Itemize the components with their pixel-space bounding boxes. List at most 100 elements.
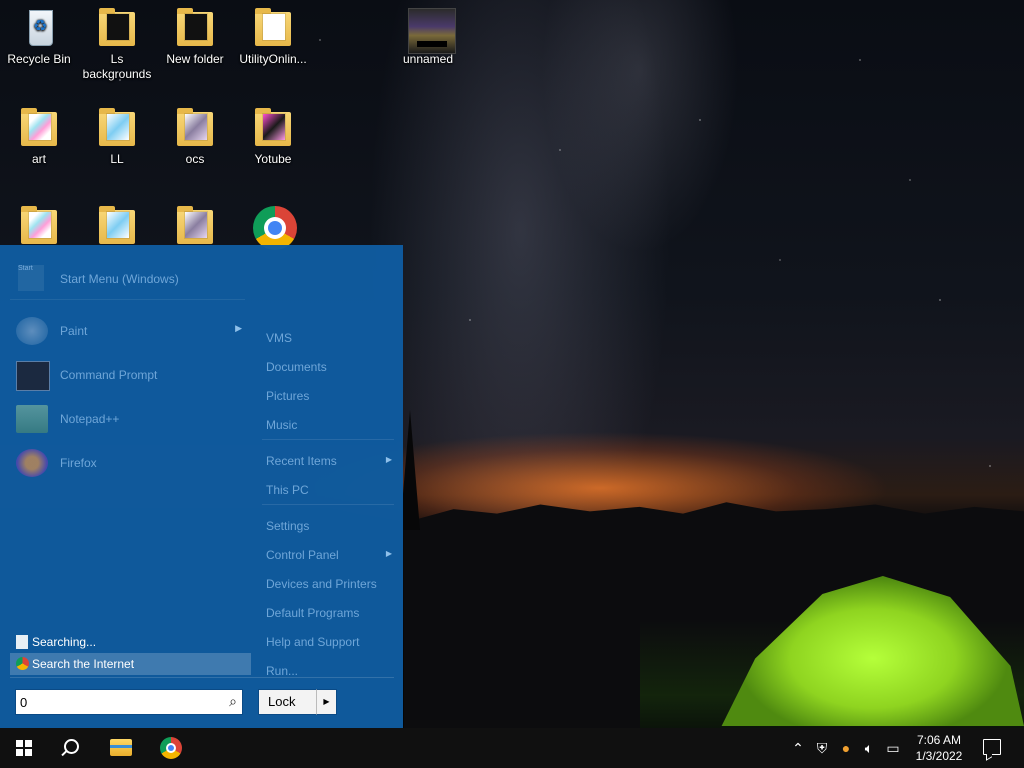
- desktop-icon-label: UtilityOnlin...: [239, 52, 307, 66]
- right-item-label: VMS: [266, 331, 293, 345]
- menu-separator: [262, 504, 394, 511]
- network-icon[interactable]: ▭: [884, 739, 902, 757]
- file-explorer-icon: [110, 739, 132, 756]
- folder-icon: [175, 106, 215, 150]
- notification-center-icon[interactable]: [983, 739, 1001, 755]
- clock-time: 7:06 AM: [916, 733, 962, 747]
- right-item-pictures[interactable]: Pictures: [258, 381, 398, 410]
- search-result-internet[interactable]: Search the Internet: [10, 653, 251, 675]
- desktop-icon-label: Ls backgrounds: [82, 52, 152, 81]
- taskbar-file-explorer[interactable]: [98, 728, 146, 768]
- right-item-default-programs[interactable]: Default Programs: [258, 598, 398, 627]
- recycle-bin-icon: [19, 6, 59, 50]
- windows-security-icon[interactable]: ⛨: [813, 739, 831, 757]
- folder-icon: [97, 6, 137, 50]
- start-menu-logo-icon: Start: [18, 265, 44, 291]
- desktop-icon-utilityonline[interactable]: UtilityOnlin...: [234, 6, 312, 67]
- right-item-label: This PC: [266, 483, 309, 497]
- desktop-icon-ocs[interactable]: ocs: [156, 106, 234, 167]
- desktop-icon-new-folder[interactable]: New folder: [156, 6, 234, 67]
- taskbar-clock[interactable]: 7:06 AM 1/3/2022: [906, 732, 972, 764]
- chrome-icon: [160, 737, 182, 759]
- desktop-icon-folder[interactable]: [0, 204, 78, 250]
- search-result-searching: Searching...: [10, 631, 251, 653]
- taskbar-search-button[interactable]: [48, 728, 96, 768]
- menu-separator: [262, 439, 394, 446]
- right-item-settings[interactable]: Settings: [258, 511, 398, 540]
- right-item-this-pc[interactable]: This PC: [258, 475, 398, 504]
- desktop-icon-label: Recycle Bin: [7, 52, 71, 66]
- lock-button-label: Lock: [268, 694, 296, 709]
- folder-icon: [19, 106, 59, 150]
- windows-logo-icon: [16, 740, 32, 756]
- right-item-label: Default Programs: [266, 606, 360, 620]
- start-menu: Start Start Menu (Windows) Paint ▶ Comma…: [0, 245, 403, 728]
- search-icon: [64, 739, 79, 754]
- lock-button[interactable]: Lock: [258, 689, 318, 715]
- search-results-list: Searching... Search the Internet: [10, 631, 251, 675]
- start-menu-header[interactable]: Start Start Menu (Windows): [10, 255, 245, 300]
- pinned-item-paint[interactable]: Paint ▶: [10, 309, 250, 353]
- right-item-control-panel[interactable]: Control Panel ▶: [258, 540, 398, 569]
- folder-icon: [19, 204, 59, 248]
- pinned-item-notepad-plus-plus[interactable]: Notepad++: [10, 397, 250, 441]
- desktop-icon-label: Yotube: [254, 152, 292, 166]
- desktop-icon-label: ocs: [185, 152, 205, 166]
- chrome-icon: [253, 204, 297, 250]
- start-button[interactable]: [0, 728, 48, 768]
- pinned-programs-list: Paint ▶ Command Prompt Notepad++ Firefox: [10, 309, 250, 485]
- app-tray-icon[interactable]: ●: [837, 739, 855, 757]
- folder-icon: [97, 106, 137, 150]
- desktop-icon-folder[interactable]: [78, 204, 156, 250]
- right-item-music[interactable]: Music: [258, 410, 398, 439]
- right-item-label: Pictures: [266, 389, 310, 403]
- command-prompt-icon: [16, 361, 50, 391]
- notepad-plus-plus-icon: [16, 405, 48, 433]
- right-item-vms[interactable]: VMS: [258, 323, 398, 352]
- right-item-label: Help and Support: [266, 635, 360, 649]
- desktop-icon-label: art: [31, 152, 46, 166]
- right-item-label: Music: [266, 418, 298, 432]
- firefox-icon: [16, 449, 48, 477]
- right-item-label: Run...: [266, 664, 299, 678]
- pinned-item-command-prompt[interactable]: Command Prompt: [10, 353, 250, 397]
- folder-icon: [175, 6, 215, 50]
- pinned-item-label: Paint: [60, 324, 88, 338]
- right-item-label: Control Panel: [266, 548, 339, 562]
- desktop-icon-yotube[interactable]: Yotube: [234, 106, 312, 167]
- taskbar-chrome[interactable]: [147, 728, 195, 768]
- pinned-item-label: Firefox: [60, 456, 97, 470]
- pinned-item-firefox[interactable]: Firefox: [10, 441, 250, 485]
- show-hidden-icons-chevron-up-icon[interactable]: ⌃: [789, 739, 807, 757]
- folder-icon: [97, 204, 137, 248]
- start-search-box[interactable]: ⌕: [15, 689, 243, 715]
- chrome-icon: [16, 657, 29, 670]
- taskbar: ⌃ ⛨ ● 🔈︎ ▭ 7:06 AM 1/3/2022: [0, 728, 1024, 768]
- desktop-icon-ll[interactable]: LL: [78, 106, 156, 167]
- desktop-icon-recycle-bin[interactable]: Recycle Bin: [0, 6, 78, 67]
- desktop-icon-folder[interactable]: [156, 204, 234, 250]
- folder-icon: [253, 6, 293, 50]
- right-item-run[interactable]: Run...: [258, 656, 398, 685]
- start-search-input[interactable]: [20, 693, 216, 711]
- desktop-icon-unnamed[interactable]: unnamed: [389, 6, 467, 67]
- desktop-icon-chrome[interactable]: [234, 204, 312, 250]
- search-icon[interactable]: ⌕: [229, 693, 237, 710]
- search-result-label: Search the Internet: [32, 657, 135, 671]
- right-item-help-and-support[interactable]: Help and Support: [258, 627, 398, 656]
- right-item-devices-and-printers[interactable]: Devices and Printers: [258, 569, 398, 598]
- image-thumbnail-icon: [408, 6, 456, 54]
- menu-separator: [10, 677, 394, 678]
- right-item-label: Devices and Printers: [266, 577, 377, 591]
- right-item-recent-items[interactable]: Recent Items ▶: [258, 446, 398, 475]
- folder-icon: [175, 204, 215, 248]
- desktop-icon-label: unnamed: [402, 52, 454, 66]
- shutdown-options-arrow-icon[interactable]: ▶: [316, 689, 337, 715]
- desktop-icon-ls-backgrounds[interactable]: Ls backgrounds: [78, 6, 156, 82]
- desktop-icon-art[interactable]: art: [0, 106, 78, 167]
- clock-date: 1/3/2022: [915, 749, 963, 763]
- desktop-icon-label: New folder: [166, 52, 224, 66]
- start-menu-title: Start Menu (Windows): [60, 272, 179, 286]
- volume-muted-icon[interactable]: 🔈︎: [860, 739, 878, 757]
- right-item-documents[interactable]: Documents: [258, 352, 398, 381]
